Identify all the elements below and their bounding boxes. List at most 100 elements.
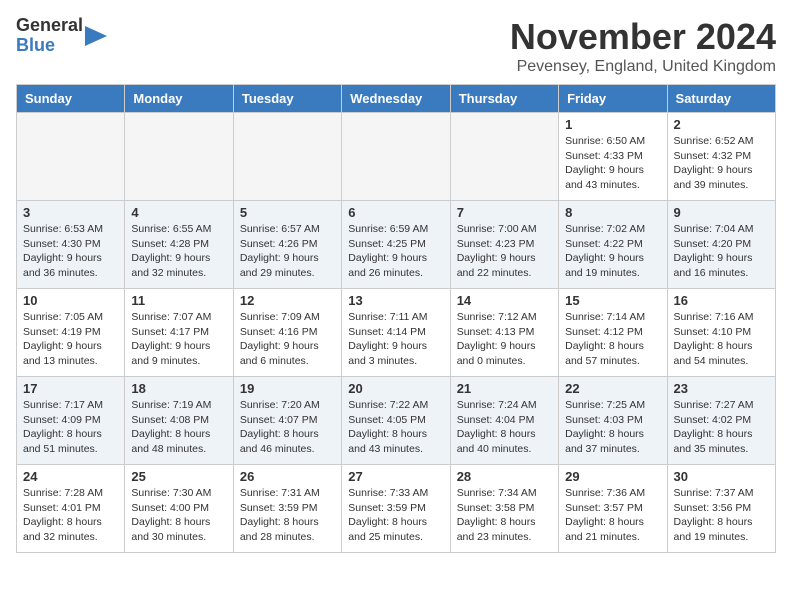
table-row: 12 Sunrise: 7:09 AM Sunset: 4:16 PM Dayli… bbox=[233, 289, 341, 377]
table-row: 3 Sunrise: 6:53 AM Sunset: 4:30 PM Daylig… bbox=[17, 201, 125, 289]
day-info: Sunrise: 7:33 AM Sunset: 3:59 PM Dayligh… bbox=[348, 486, 443, 545]
title-area: November 2024 Pevensey, England, United … bbox=[510, 16, 776, 76]
day-number: 19 bbox=[240, 381, 335, 396]
location-title: Pevensey, England, United Kingdom bbox=[510, 58, 776, 76]
table-row: 27 Sunrise: 7:33 AM Sunset: 3:59 PM Dayli… bbox=[342, 465, 450, 553]
day-info: Sunrise: 7:22 AM Sunset: 4:05 PM Dayligh… bbox=[348, 398, 443, 457]
header-friday: Friday bbox=[559, 85, 667, 113]
day-number: 10 bbox=[23, 293, 118, 308]
table-row: 26 Sunrise: 7:31 AM Sunset: 3:59 PM Dayli… bbox=[233, 465, 341, 553]
header-tuesday: Tuesday bbox=[233, 85, 341, 113]
day-number: 26 bbox=[240, 469, 335, 484]
day-number: 5 bbox=[240, 205, 335, 220]
header-wednesday: Wednesday bbox=[342, 85, 450, 113]
day-number: 12 bbox=[240, 293, 335, 308]
table-row: 28 Sunrise: 7:34 AM Sunset: 3:58 PM Dayli… bbox=[450, 465, 558, 553]
table-row: 21Sunrise: 7:24 AM Sunset: 4:04 PM Dayli… bbox=[450, 377, 558, 465]
day-info: Sunrise: 7:14 AM Sunset: 4:12 PM Dayligh… bbox=[565, 310, 660, 369]
day-number: 22 bbox=[565, 381, 660, 396]
day-info: Sunrise: 7:36 AM Sunset: 3:57 PM Dayligh… bbox=[565, 486, 660, 545]
day-info: Sunrise: 6:59 AM Sunset: 4:25 PM Dayligh… bbox=[348, 222, 443, 281]
calendar-week-row: 17 Sunrise: 7:17 AM Sunset: 4:09 PM Dayli… bbox=[17, 377, 776, 465]
day-info: Sunrise: 7:11 AM Sunset: 4:14 PM Dayligh… bbox=[348, 310, 443, 369]
table-row: 18 Sunrise: 7:19 AM Sunset: 4:08 PM Dayli… bbox=[125, 377, 233, 465]
table-row: 13 Sunrise: 7:11 AM Sunset: 4:14 PM Dayli… bbox=[342, 289, 450, 377]
table-row: 5 Sunrise: 6:57 AM Sunset: 4:26 PM Daylig… bbox=[233, 201, 341, 289]
table-row: 19 Sunrise: 7:20 AM Sunset: 4:07 PM Dayli… bbox=[233, 377, 341, 465]
day-info: Sunrise: 7:20 AM Sunset: 4:07 PM Dayligh… bbox=[240, 398, 335, 457]
table-row: 24 Sunrise: 7:28 AM Sunset: 4:01 PM Dayli… bbox=[17, 465, 125, 553]
day-number: 25 bbox=[131, 469, 226, 484]
calendar-table: Sunday Monday Tuesday Wednesday Thursday… bbox=[16, 84, 776, 553]
day-number: 2 bbox=[674, 117, 769, 132]
day-number: 18 bbox=[131, 381, 226, 396]
table-row: 29 Sunrise: 7:36 AM Sunset: 3:57 PM Dayli… bbox=[559, 465, 667, 553]
table-row: 22Sunrise: 7:25 AM Sunset: 4:03 PM Dayli… bbox=[559, 377, 667, 465]
day-info: Sunrise: 7:12 AM Sunset: 4:13 PM Dayligh… bbox=[457, 310, 552, 369]
day-info: Sunrise: 7:28 AM Sunset: 4:01 PM Dayligh… bbox=[23, 486, 118, 545]
day-number: 28 bbox=[457, 469, 552, 484]
table-row bbox=[17, 113, 125, 201]
day-number: 3 bbox=[23, 205, 118, 220]
table-row: 20 Sunrise: 7:22 AM Sunset: 4:05 PM Dayli… bbox=[342, 377, 450, 465]
day-number: 17 bbox=[23, 381, 118, 396]
table-row: 11Sunrise: 7:07 AM Sunset: 4:17 PM Dayli… bbox=[125, 289, 233, 377]
day-info: Sunrise: 7:00 AM Sunset: 4:23 PM Dayligh… bbox=[457, 222, 552, 281]
day-info: Sunrise: 7:17 AM Sunset: 4:09 PM Dayligh… bbox=[23, 398, 118, 457]
day-info: Sunrise: 7:30 AM Sunset: 4:00 PM Dayligh… bbox=[131, 486, 226, 545]
table-row: 2 Sunrise: 6:52 AM Sunset: 4:32 PM Daylig… bbox=[667, 113, 775, 201]
day-info: Sunrise: 7:16 AM Sunset: 4:10 PM Dayligh… bbox=[674, 310, 769, 369]
day-number: 14 bbox=[457, 293, 552, 308]
day-number: 1 bbox=[565, 117, 660, 132]
header-thursday: Thursday bbox=[450, 85, 558, 113]
header-monday: Monday bbox=[125, 85, 233, 113]
day-number: 8 bbox=[565, 205, 660, 220]
table-row: 1 Sunrise: 6:50 AM Sunset: 4:33 PM Daylig… bbox=[559, 113, 667, 201]
day-number: 29 bbox=[565, 469, 660, 484]
header-sunday: Sunday bbox=[17, 85, 125, 113]
calendar-week-row: 3 Sunrise: 6:53 AM Sunset: 4:30 PM Daylig… bbox=[17, 201, 776, 289]
table-row bbox=[342, 113, 450, 201]
table-row: 16Sunrise: 7:16 AM Sunset: 4:10 PM Dayli… bbox=[667, 289, 775, 377]
day-info: Sunrise: 7:04 AM Sunset: 4:20 PM Dayligh… bbox=[674, 222, 769, 281]
day-info: Sunrise: 6:57 AM Sunset: 4:26 PM Dayligh… bbox=[240, 222, 335, 281]
day-number: 7 bbox=[457, 205, 552, 220]
day-number: 24 bbox=[23, 469, 118, 484]
table-row: 9Sunrise: 7:04 AM Sunset: 4:20 PM Daylig… bbox=[667, 201, 775, 289]
day-info: Sunrise: 7:19 AM Sunset: 4:08 PM Dayligh… bbox=[131, 398, 226, 457]
day-info: Sunrise: 7:05 AM Sunset: 4:19 PM Dayligh… bbox=[23, 310, 118, 369]
day-info: Sunrise: 7:34 AM Sunset: 3:58 PM Dayligh… bbox=[457, 486, 552, 545]
table-row: 8 Sunrise: 7:02 AM Sunset: 4:22 PM Daylig… bbox=[559, 201, 667, 289]
day-info: Sunrise: 6:55 AM Sunset: 4:28 PM Dayligh… bbox=[131, 222, 226, 281]
table-row bbox=[450, 113, 558, 201]
table-row: 17 Sunrise: 7:17 AM Sunset: 4:09 PM Dayli… bbox=[17, 377, 125, 465]
day-info: Sunrise: 7:31 AM Sunset: 3:59 PM Dayligh… bbox=[240, 486, 335, 545]
logo-triangle-icon bbox=[85, 22, 107, 50]
day-number: 15 bbox=[565, 293, 660, 308]
day-info: Sunrise: 6:53 AM Sunset: 4:30 PM Dayligh… bbox=[23, 222, 118, 281]
day-number: 27 bbox=[348, 469, 443, 484]
table-row: 7 Sunrise: 7:00 AM Sunset: 4:23 PM Daylig… bbox=[450, 201, 558, 289]
day-number: 30 bbox=[674, 469, 769, 484]
day-info: Sunrise: 7:37 AM Sunset: 3:56 PM Dayligh… bbox=[674, 486, 769, 545]
day-info: Sunrise: 6:50 AM Sunset: 4:33 PM Dayligh… bbox=[565, 134, 660, 193]
logo: General Blue bbox=[16, 16, 107, 56]
calendar-week-row: 24 Sunrise: 7:28 AM Sunset: 4:01 PM Dayli… bbox=[17, 465, 776, 553]
day-info: Sunrise: 7:27 AM Sunset: 4:02 PM Dayligh… bbox=[674, 398, 769, 457]
day-info: Sunrise: 6:52 AM Sunset: 4:32 PM Dayligh… bbox=[674, 134, 769, 193]
day-number: 23 bbox=[674, 381, 769, 396]
day-number: 4 bbox=[131, 205, 226, 220]
header: General Blue November 2024 Pevensey, Eng… bbox=[16, 16, 776, 76]
day-info: Sunrise: 7:07 AM Sunset: 4:17 PM Dayligh… bbox=[131, 310, 226, 369]
calendar-header-row: Sunday Monday Tuesday Wednesday Thursday… bbox=[17, 85, 776, 113]
table-row: 15 Sunrise: 7:14 AM Sunset: 4:12 PM Dayli… bbox=[559, 289, 667, 377]
table-row bbox=[125, 113, 233, 201]
day-number: 20 bbox=[348, 381, 443, 396]
day-number: 6 bbox=[348, 205, 443, 220]
day-info: Sunrise: 7:02 AM Sunset: 4:22 PM Dayligh… bbox=[565, 222, 660, 281]
day-info: Sunrise: 7:09 AM Sunset: 4:16 PM Dayligh… bbox=[240, 310, 335, 369]
table-row: 4 Sunrise: 6:55 AM Sunset: 4:28 PM Daylig… bbox=[125, 201, 233, 289]
header-saturday: Saturday bbox=[667, 85, 775, 113]
table-row: 30 Sunrise: 7:37 AM Sunset: 3:56 PM Dayli… bbox=[667, 465, 775, 553]
day-number: 13 bbox=[348, 293, 443, 308]
